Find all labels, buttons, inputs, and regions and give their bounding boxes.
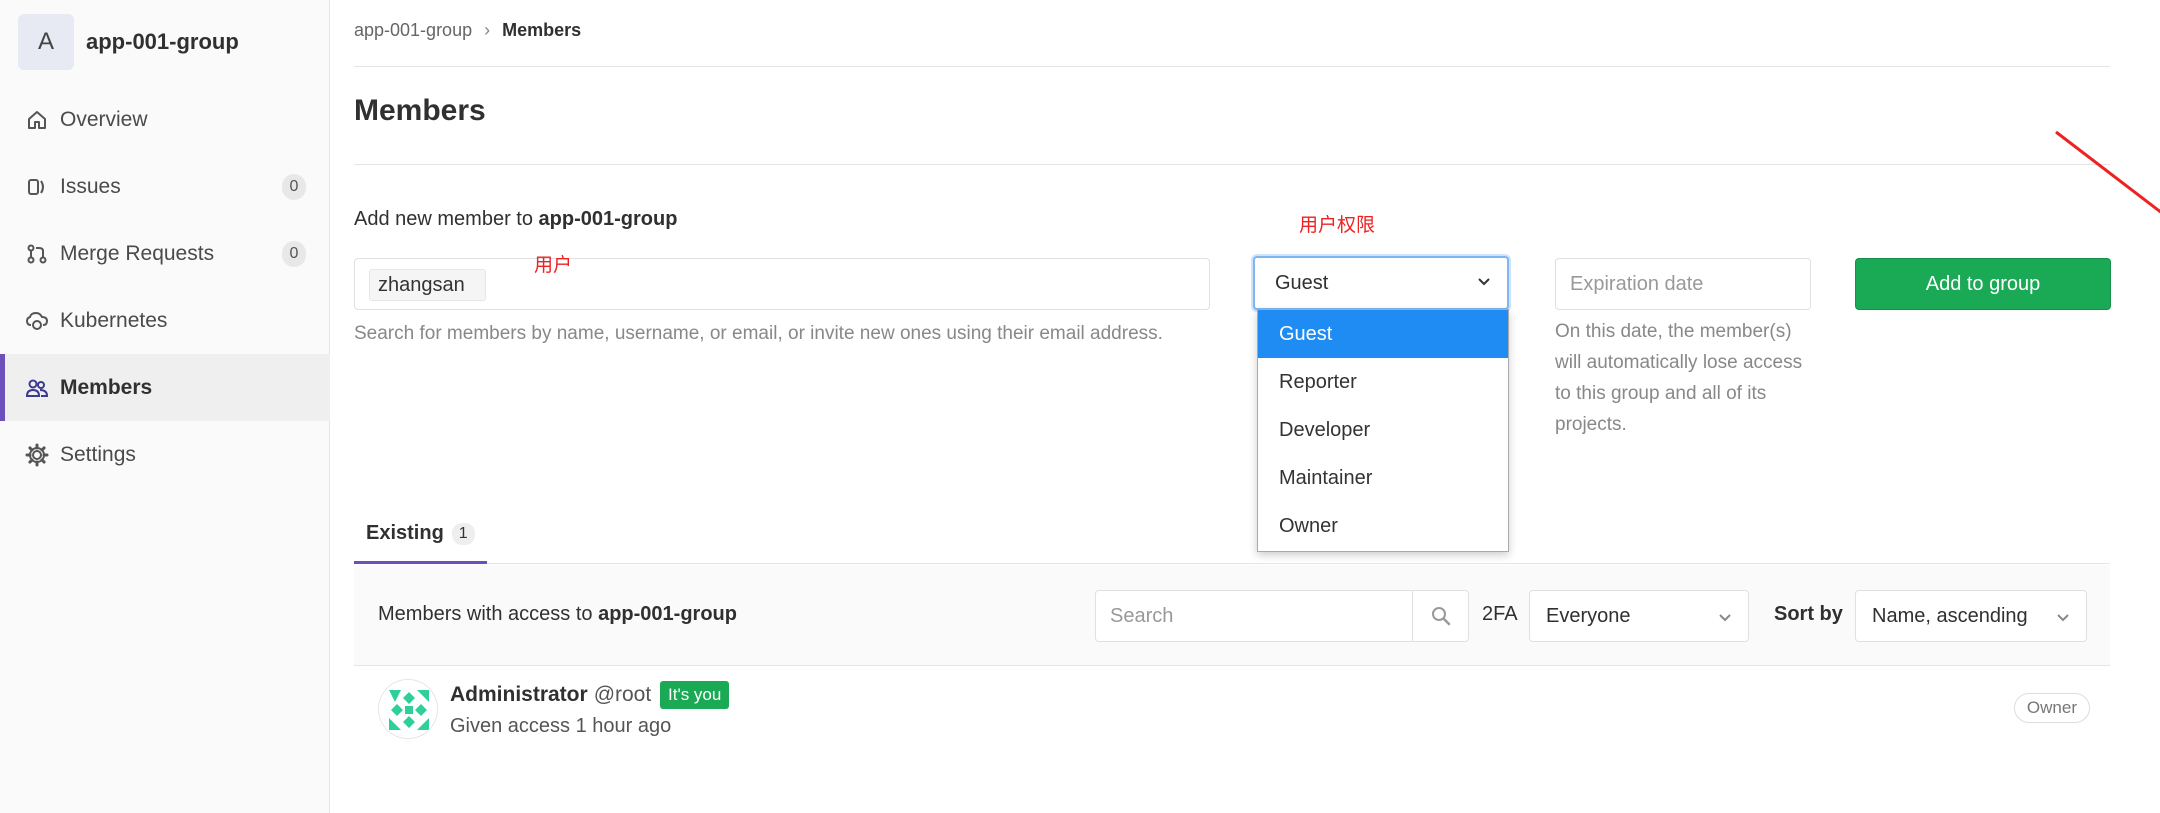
annotation-permission: 用户权限 [1299, 215, 1376, 236]
group-header[interactable]: A app-001-group [18, 14, 239, 70]
sidebar-item-label: Merge Requests [60, 241, 215, 265]
annotation-arrow [2055, 130, 2160, 214]
breadcrumb-current[interactable]: Members [502, 20, 581, 41]
sidebar-item-merge-requests[interactable]: Merge Requests 0 [0, 220, 330, 287]
filter-label-prefix: Members with access to [378, 603, 593, 625]
chevron-down-icon [2054, 609, 2072, 633]
filter-label-group: app-001-group [598, 603, 737, 625]
page-title: Members [354, 94, 486, 127]
members-filter-label: Members with access to app-001-group [378, 603, 737, 626]
breadcrumb: app-001-group › Members [354, 20, 581, 41]
expiration-date-input[interactable]: Expiration date [1555, 258, 1811, 310]
role-option-reporter[interactable]: Reporter [1258, 358, 1508, 406]
issues-icon [24, 174, 50, 200]
merge-requests-count-badge: 0 [282, 240, 306, 267]
member-row: Administrator @root It's you Given access… [354, 667, 2110, 757]
member-search-helper: Search for members by name, username, or… [354, 323, 1163, 344]
member-display-name[interactable]: Administrator [450, 683, 588, 706]
avatar [378, 679, 438, 739]
member-name: Administrator @root [450, 683, 651, 707]
twofa-label: 2FA [1482, 603, 1518, 625]
sort-by-label: Sort by [1774, 603, 1843, 625]
access-level-value: Guest [1275, 271, 1329, 294]
sidebar-item-label: Overview [60, 107, 148, 131]
member-tabs: Existing 1 [354, 506, 2110, 564]
search-icon[interactable] [1412, 591, 1468, 641]
breadcrumb-group-link[interactable]: app-001-group [354, 20, 472, 41]
expiration-date-helper: On this date, the member(s) will automat… [1555, 321, 1803, 435]
divider [354, 164, 2110, 165]
annotation-user: 用户 [534, 255, 573, 276]
add-member-label-prefix: Add new member to [354, 208, 533, 230]
member-role-badge: Owner [2013, 693, 2090, 723]
twofa-filter-select[interactable]: Everyone [1529, 590, 1749, 642]
tab-existing[interactable]: Existing 1 [354, 506, 487, 564]
selected-user-token[interactable]: zhangsan [369, 269, 486, 301]
members-filter-bar: Members with access to app-001-group Sea… [354, 565, 2110, 666]
access-level-select[interactable]: Guest [1253, 256, 1509, 310]
divider [354, 66, 2110, 67]
sidebar-item-settings[interactable]: Settings [0, 421, 330, 488]
sidebar-item-issues[interactable]: Issues 0 [0, 153, 330, 220]
its-you-badge: It's you [660, 681, 730, 709]
tab-existing-count: 1 [451, 522, 475, 545]
sidebar-item-label: Settings [60, 442, 136, 466]
sidebar-item-label: Issues [60, 174, 121, 198]
group-name[interactable]: app-001-group [86, 29, 239, 55]
member-search-input[interactable]: zhangsan [354, 258, 1210, 310]
members-search-input[interactable]: Search [1095, 590, 1469, 642]
users-icon [24, 375, 50, 401]
role-option-maintainer[interactable]: Maintainer [1258, 454, 1508, 502]
issues-count-badge: 0 [282, 173, 306, 200]
breadcrumb-chevron-icon: › [484, 20, 491, 40]
gear-icon [24, 442, 50, 468]
sidebar-item-label: Kubernetes [60, 308, 168, 332]
sort-select[interactable]: Name, ascending [1855, 590, 2087, 642]
add-member-label: Add new member to app-001-group [354, 208, 677, 231]
sidebar-item-members[interactable]: Members [0, 354, 330, 421]
role-option-developer[interactable]: Developer [1258, 406, 1508, 454]
add-member-group-name: app-001-group [538, 208, 678, 230]
member-username: @root [593, 683, 652, 706]
sort-value: Name, ascending [1872, 604, 2028, 627]
sidebar-nav: Overview Issues 0 Merge Requests 0 Kuber… [0, 86, 330, 488]
chevron-down-icon [1716, 609, 1734, 633]
sidebar: A app-001-group Overview Issues 0 Merge … [0, 0, 330, 813]
sidebar-item-label: Members [60, 375, 153, 399]
search-placeholder: Search [1110, 605, 1174, 627]
home-icon [24, 107, 50, 133]
member-access-time: Given access 1 hour ago [450, 715, 672, 737]
tab-existing-label: Existing [366, 522, 444, 544]
sidebar-item-kubernetes[interactable]: Kubernetes [0, 287, 330, 354]
twofa-filter-value: Everyone [1546, 604, 1631, 627]
sidebar-item-overview[interactable]: Overview [0, 86, 330, 153]
kubernetes-icon [24, 308, 50, 334]
role-option-guest[interactable]: Guest [1258, 310, 1508, 358]
merge-request-icon [24, 241, 50, 267]
chevron-down-icon [1475, 272, 1493, 296]
group-avatar: A [18, 14, 74, 70]
